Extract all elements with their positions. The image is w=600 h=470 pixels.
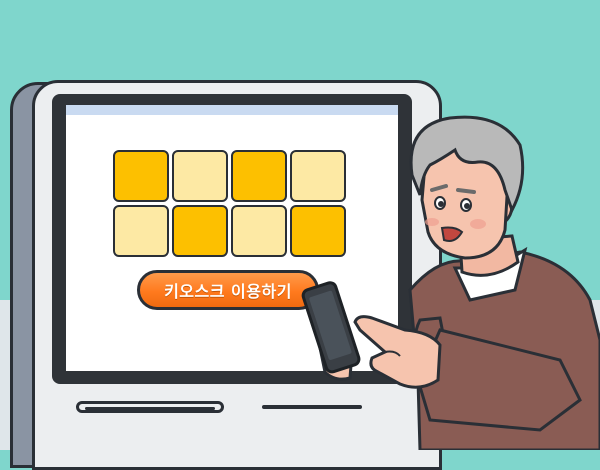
elderly-man-illustration bbox=[301, 115, 600, 450]
smartphone-icon bbox=[301, 281, 361, 374]
